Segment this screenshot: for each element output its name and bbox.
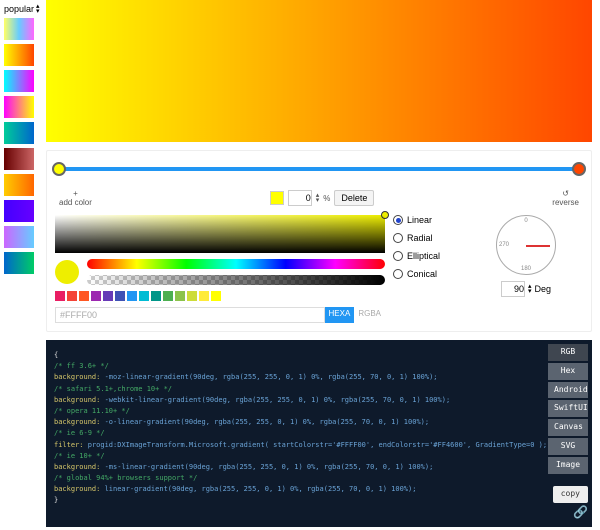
position-unit: % (323, 194, 330, 203)
position-input[interactable] (288, 190, 312, 206)
delete-button[interactable]: Delete (334, 190, 374, 206)
hue-slider[interactable] (87, 259, 385, 269)
current-color-preview (55, 260, 79, 284)
format-rgba-tab[interactable]: RGBA (354, 307, 385, 323)
palette-color[interactable] (127, 291, 137, 301)
palette-color[interactable] (67, 291, 77, 301)
preset-swatch[interactable] (4, 148, 34, 170)
sort-arrows-icon: ▴▾ (36, 4, 40, 14)
palette-color[interactable] (139, 291, 149, 301)
code-output: RGBHexAndroidSwiftUICanvasSVGImage {/* f… (46, 340, 592, 527)
palette-color[interactable] (211, 291, 221, 301)
reverse-button[interactable]: ↺ reverse (552, 189, 579, 207)
selected-color-swatch[interactable] (270, 191, 284, 205)
palette-color[interactable] (91, 291, 101, 301)
code-tab-android[interactable]: Android (548, 382, 588, 399)
hex-input[interactable] (55, 307, 325, 323)
code-tab-swiftui[interactable]: SwiftUI (548, 400, 588, 417)
saturation-value-picker[interactable] (55, 215, 385, 253)
palette-color[interactable] (151, 291, 161, 301)
gradient-stop[interactable] (572, 162, 586, 176)
degree-input[interactable] (501, 281, 525, 297)
gradient-preview (46, 0, 592, 142)
degree-unit: Deg (535, 284, 552, 294)
gradient-type-linear[interactable]: Linear (393, 215, 473, 225)
preset-swatch[interactable] (4, 44, 34, 66)
alpha-slider[interactable] (87, 275, 385, 285)
palette-color[interactable] (79, 291, 89, 301)
position-stepper[interactable]: ▴▾ (316, 193, 320, 203)
reverse-icon: ↺ (552, 189, 579, 198)
format-hexa-tab[interactable]: HEXA (325, 307, 355, 323)
sort-select[interactable]: popular ▴▾ (4, 4, 42, 14)
preset-swatch[interactable] (4, 200, 34, 222)
palette-color[interactable] (55, 291, 65, 301)
gradient-stop[interactable] (52, 162, 66, 176)
copy-button[interactable]: copy (553, 486, 588, 503)
sv-cursor[interactable] (381, 211, 389, 219)
code-tab-hex[interactable]: Hex (548, 363, 588, 380)
code-tab-rgb[interactable]: RGB (548, 344, 588, 361)
permalink-icon[interactable]: 🔗 (573, 503, 588, 522)
preset-swatch[interactable] (4, 226, 34, 248)
preset-swatch[interactable] (4, 252, 34, 274)
dial-needle (526, 245, 550, 247)
preset-swatch[interactable] (4, 122, 34, 144)
radio-icon (393, 215, 403, 225)
plus-icon: + (59, 189, 92, 198)
preset-swatch[interactable] (4, 174, 34, 196)
code-tab-image[interactable]: Image (548, 457, 588, 474)
gradient-type-conical[interactable]: Conical (393, 269, 473, 279)
gradient-type-elliptical[interactable]: Elliptical (393, 251, 473, 261)
gradient-slider[interactable] (59, 167, 579, 171)
degree-stepper[interactable]: ▴▾ (528, 284, 532, 294)
palette-color[interactable] (103, 291, 113, 301)
preset-swatch[interactable] (4, 96, 34, 118)
preset-swatch[interactable] (4, 70, 34, 92)
sort-label: popular (4, 4, 34, 14)
palette-color[interactable] (175, 291, 185, 301)
code-tab-svg[interactable]: SVG (548, 438, 588, 455)
palette-color[interactable] (199, 291, 209, 301)
palette-color[interactable] (115, 291, 125, 301)
radio-icon (393, 251, 403, 261)
add-color-button[interactable]: + add color (59, 189, 92, 207)
radio-icon (393, 269, 403, 279)
preset-swatch[interactable] (4, 18, 34, 40)
palette-color[interactable] (187, 291, 197, 301)
angle-dial[interactable]: 0 180 270 (496, 215, 556, 275)
palette-color[interactable] (163, 291, 173, 301)
radio-icon (393, 233, 403, 243)
gradient-type-radial[interactable]: Radial (393, 233, 473, 243)
reverse-label: reverse (552, 198, 579, 207)
add-color-label: add color (59, 198, 92, 207)
code-tab-canvas[interactable]: Canvas (548, 419, 588, 436)
